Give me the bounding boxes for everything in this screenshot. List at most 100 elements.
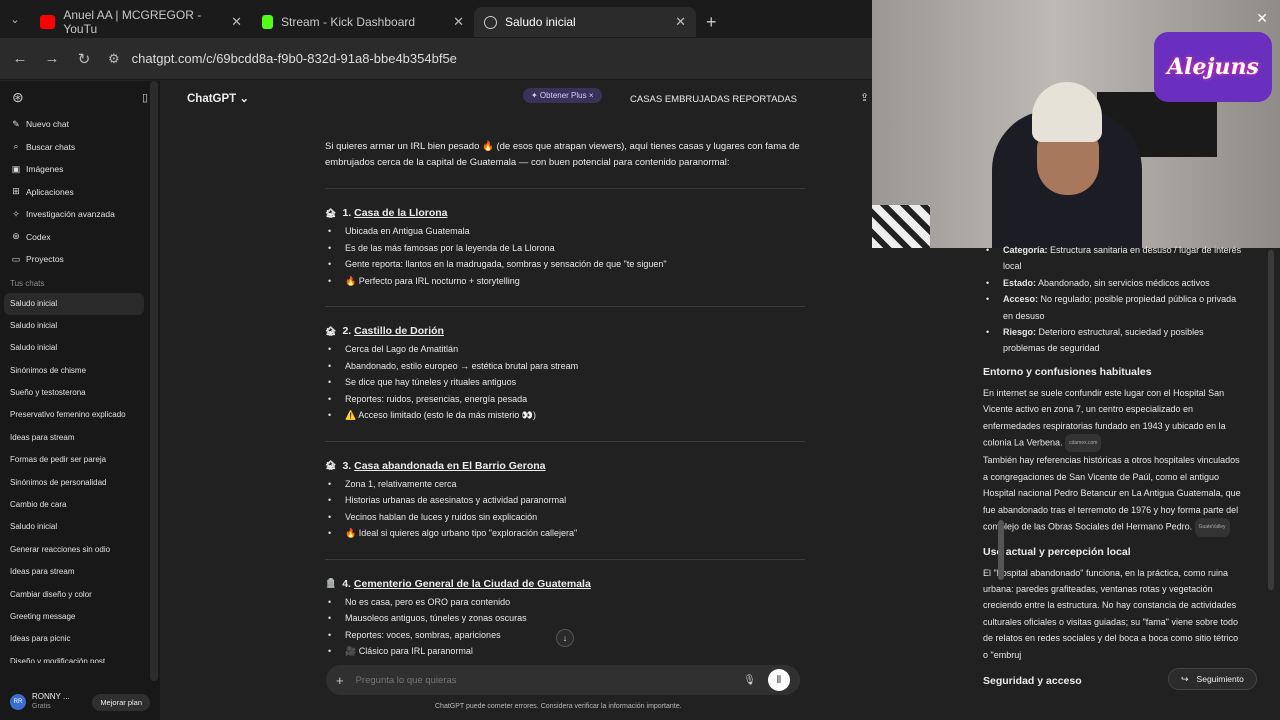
toggle-sidebar-icon[interactable]: ▯ [142,91,148,104]
avatar: RR [10,694,26,710]
chat-history-item[interactable]: Formas de pedir ser pareja [0,449,160,471]
search-icon: ⌕ [13,141,19,152]
tab-title: Anuel AA | MCGREGOR - YouTu [63,8,202,36]
chats-section-label: Tus chats [10,278,45,288]
forward-icon[interactable]: → [36,50,68,67]
chat-history-item[interactable]: Saludo inicial [0,315,160,337]
sidebar-item-buscar-chats[interactable]: ⌕ Buscar chats [0,136,160,159]
sidebar-item-proyectos[interactable]: ▭ Proyectos [0,248,160,271]
section-heading: 🏚 2. Castillo de Dorión [325,325,444,337]
scrollbar[interactable] [998,520,1004,580]
user-menu[interactable]: RR RONNY ... Gratis Mejorar plan [0,684,160,720]
url-text: chatgpt.com/c/69bcdd8a-f9b0-832d-91a8-bb… [131,51,457,66]
reload-icon[interactable]: ↻ [68,50,100,68]
tab-list-dropdown-icon[interactable]: ⌄ [0,13,30,26]
chat-history-item[interactable]: Saludo inicial [0,516,160,538]
chat-history-item[interactable]: Greeting message [0,606,160,628]
tab-title: Saludo inicial [505,15,576,29]
scrollbar[interactable] [1268,250,1274,590]
bullet-item: Zona 1, relativamente cerca [325,476,805,493]
bullet-item: No es casa, pero es ORO para contenido [325,594,805,611]
info-bullet: Acceso: No regulado; posible propiedad p… [983,291,1245,324]
prompt-input[interactable] [355,674,744,686]
sidebar-item-aplicaciones[interactable]: ⊞ Aplicaciones [0,181,160,204]
mic-icon[interactable]: 🎙 [743,675,756,686]
youtube-icon [40,15,56,29]
url-field[interactable]: ⚙ chatgpt.com/c/69bcdd8a-f9b0-832d-91a8-… [108,51,457,67]
assistant-message: Si quieres armar un IRL bien pesado 🔥 (d… [325,139,805,660]
sidebar-scrollbar[interactable] [150,81,158,681]
bullet-item: Vecinos hablan de luces y ruidos sin exp… [325,509,805,526]
bullet-item: 🔥 Perfecto para IRL nocturno + storytell… [325,273,805,290]
source-badge[interactable]: cdamex.com [1065,434,1102,453]
bullet-item: ⚠️ Acceso limitado (esto le da más miste… [325,407,805,424]
bullet-item: Reportes: ruidos, presencias, energía pe… [325,391,805,408]
bullet-item: Es de las más famosas por la leyenda de … [325,240,805,257]
image-icon: ▣ [11,163,21,174]
sidebar-item-nuevo-chat[interactable]: ✎ Nuevo chat [0,113,160,136]
close-icon[interactable]: ✕ [675,14,686,30]
source-badge[interactable]: GuateValley [1194,518,1230,537]
share-icon[interactable]: ⇪ [860,91,869,104]
section-heading: 🏚 3. Casa abandonada en El Barrio Gerona [325,459,546,472]
chat-main: ChatGPT ⌄ ✦ Obtener Plus × CASAS EMBRUJA… [160,81,872,720]
tab-chatgpt[interactable]: Saludo inicial ✕ [474,7,696,37]
chat-history-item[interactable]: Sinónimos de chisme [0,360,160,382]
chat-history-item[interactable]: Cambio de cara [0,494,160,516]
chat-history-item[interactable]: Cambiar diseño y color [0,584,160,606]
close-icon[interactable]: ✕ [231,14,242,30]
openai-logo-icon[interactable]: ⊛ [12,89,24,106]
voice-mode-button[interactable]: ⦀ [768,669,790,691]
site-settings-icon[interactable]: ⚙ [108,51,120,67]
chat-history-item[interactable]: Generar reacciones sin odio [0,539,160,561]
tab-bar: ⌄ Anuel AA | MCGREGOR - YouTu ✕ Stream -… [0,0,872,38]
sidebar-item-imágenes[interactable]: ▣ Imágenes [0,158,160,181]
chat-history-item[interactable]: Ideas para stream [0,561,160,583]
bullet-item: Se dice que hay túneles y rituales antig… [325,374,805,391]
bullet-item: Mausoleos antiguos, túneles y zonas oscu… [325,610,805,627]
tab-youtube[interactable]: Anuel AA | MCGREGOR - YouTu ✕ [30,7,252,37]
chat-history-item[interactable]: Ideas para stream [0,427,160,449]
address-bar: ← → ↻ ⚙ chatgpt.com/c/69bcdd8a-f9b0-832d… [0,38,872,80]
new-tab-button[interactable]: + [696,7,726,37]
disclaimer: ChatGPT puede cometer errores. Considera… [435,703,682,710]
close-icon[interactable]: ✕ [453,14,464,30]
close-icon[interactable]: ✕ [1256,10,1268,27]
user-name: RONNY ... [32,692,70,701]
bullet-item: Cerca del Lago de Amatitlán [325,341,805,358]
bullet-item: Gente reporta: llantos en la madrugada, … [325,256,805,273]
chat-history-item[interactable]: Preservativo femenino explicado [0,404,160,426]
scroll-down-button[interactable]: ↓ [556,629,574,647]
chat-history-item[interactable]: Ideas para picnic [0,628,160,650]
get-plus-button[interactable]: ✦ Obtener Plus × [523,88,602,103]
chat-history-item[interactable]: Sueño y testosterona [0,382,160,404]
chat-history-item[interactable]: Saludo inicial [0,337,160,359]
info-bullet: Categoría: Estructura sanitaria en desus… [983,242,1245,275]
divider [325,188,805,189]
sidebar-item-investigación-avanzada[interactable]: ✧ Investigación avanzada [0,203,160,226]
model-selector[interactable]: ChatGPT ⌄ [187,91,249,105]
edit-icon: ✎ [12,118,20,129]
upgrade-button[interactable]: Mejorar plan [92,693,150,711]
place-section: 🪦 4. Cementerio General de la Ciudad de G… [325,578,805,660]
info-bullet: Riesgo: Deterioro estructural, suciedad … [983,324,1245,357]
chat-history-item[interactable]: Sinónimos de personalidad [0,472,160,494]
folder-icon: ▭ [11,253,21,264]
tab-kick[interactable]: Stream - Kick Dashboard ✕ [252,7,474,37]
divider [325,558,805,560]
intro-text: Si quieres armar un IRL bien pesado 🔥 (d… [325,141,800,168]
house-icon: 🏚 [325,325,337,336]
follow-up-button[interactable]: ↪ Seguimiento [1168,668,1257,690]
house-icon: 🏚 [325,207,337,218]
chat-history-item[interactable]: Saludo inicial [4,292,144,315]
section-heading: 🏚 1. Casa de la Llorona [325,207,448,219]
plus-icon[interactable]: + [336,673,344,688]
reply-arrow-icon: ↪ [1181,673,1189,684]
openai-icon [484,15,497,29]
bullet-item: 🔥 Ideal si quieres algo urbano tipo "exp… [325,525,805,542]
house-icon: 🪦 [325,578,337,588]
chat-history-item[interactable]: Diseño y modificación post [0,651,160,663]
back-icon[interactable]: ← [4,50,36,67]
sidebar-item-codex[interactable]: ⊛ Codex [0,226,160,249]
research-icon: ✧ [12,208,20,219]
